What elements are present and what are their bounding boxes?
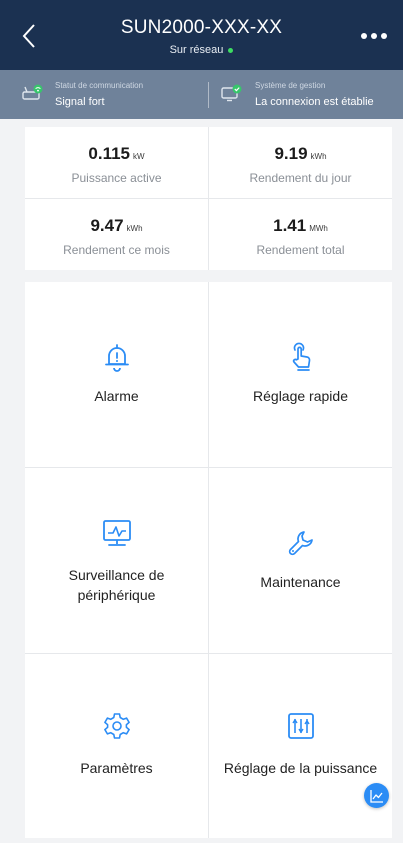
kpi-active-power: 0.115 kW Puissance active (25, 127, 208, 198)
kpi-label: Rendement du jour (249, 171, 352, 185)
online-dot-icon (228, 47, 234, 53)
sliders-icon (287, 713, 314, 739)
hand-tap-icon (292, 342, 310, 371)
kpi-unit: kW (133, 152, 145, 161)
kpi-number: 9.47 (90, 216, 124, 235)
bell-alert-icon-wrap (25, 343, 208, 373)
kpi-daily-yield: 9.19 kWh Rendement du jour (209, 127, 392, 198)
management-status: Système de gestion La connexion est étab… (209, 70, 403, 119)
kpi-card: 0.115 kW Puissance active 9.19 kWh Rendeme… (25, 127, 392, 270)
kpi-label: Rendement ce mois (63, 243, 170, 257)
app-header: SUN2000-XXX-XX Sur réseau (0, 0, 403, 70)
kpi-label: Rendement total (256, 243, 345, 257)
kpi-unit: kWh (126, 224, 143, 233)
kpi-number: 0.115 (88, 144, 131, 163)
more-dot-icon (381, 33, 387, 39)
wrench-icon-wrap (209, 528, 392, 558)
tile-label: Maintenance (260, 574, 341, 590)
tile-label-multiline: Surveillance de périphérique (25, 565, 208, 605)
page-title: SUN2000-XXX-XX (120, 17, 283, 38)
monitor-chart-icon-wrap (25, 518, 208, 548)
communication-label: Statut de communication (55, 81, 144, 90)
tile-maintenance[interactable]: Maintenance (209, 468, 392, 653)
kpi-label: Puissance active (71, 171, 162, 185)
kpi-value: 9.47 kWh (25, 216, 208, 236)
more-dot-icon (361, 33, 367, 39)
kpi-value: 0.115 kW (25, 144, 208, 164)
wrench-icon (288, 531, 313, 556)
kpi-divider (25, 198, 392, 199)
tile-label: Réglage de la puissance (223, 760, 378, 776)
connection-status: Sur réseau (0, 44, 403, 56)
more-menu-button[interactable] (357, 26, 391, 46)
tile-alarm[interactable]: Alarme (25, 282, 208, 467)
communication-value: Signal fort (55, 96, 105, 108)
gear-icon (103, 713, 130, 739)
more-dot-icon (371, 33, 377, 39)
tile-quick-setup[interactable]: Réglage rapide (209, 282, 392, 467)
router-signal-icon (22, 84, 43, 100)
tile-label-line: Surveillance de (68, 567, 165, 583)
kpi-number: 1.41 (273, 216, 307, 235)
kpi-monthly-yield: 9.47 kWh Rendement ce mois (25, 199, 208, 270)
kpi-total-yield: 1.41 MWh Rendement total (209, 199, 392, 270)
kpi-unit: kWh (310, 152, 327, 161)
kpi-value: 9.19 kWh (209, 144, 392, 164)
chart-button[interactable] (364, 783, 389, 808)
bell-alert-icon (104, 344, 129, 372)
kpi-number: 9.19 (274, 144, 308, 163)
kpi-unit: MWh (309, 224, 328, 233)
function-grid: Alarme Réglage rapide Surveillance de pé… (25, 282, 392, 838)
kpi-value: 1.41 MWh (209, 216, 392, 236)
sliders-icon-wrap (209, 712, 392, 740)
tile-settings[interactable]: Paramètres (25, 654, 208, 839)
management-value: La connexion est établie (255, 96, 374, 108)
tile-device-monitoring[interactable]: Surveillance de périphérique (25, 468, 208, 653)
tile-power-adjustment[interactable]: Réglage de la puissance (209, 654, 392, 839)
tile-label: Paramètres (80, 760, 153, 776)
gear-icon-wrap (25, 712, 208, 740)
monitor-check-icon (221, 84, 242, 102)
monitor-chart-icon (102, 520, 131, 546)
hand-tap-icon-wrap (209, 342, 392, 372)
tile-label: Réglage rapide (253, 388, 348, 404)
communication-status: Statut de communication Signal fort (0, 70, 208, 119)
connection-status-text: Sur réseau (169, 44, 224, 56)
tile-label-line: périphérique (77, 587, 156, 603)
status-bar: Statut de communication Signal fort Syst… (0, 70, 403, 119)
management-label: Système de gestion (255, 81, 326, 90)
line-chart-icon (369, 789, 383, 803)
tile-label: Alarme (94, 388, 139, 404)
